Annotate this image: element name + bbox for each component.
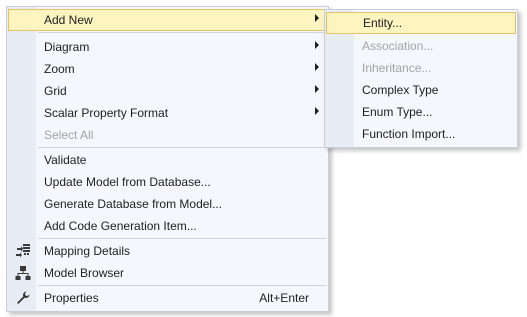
- submenu-arrow-icon: [315, 107, 319, 115]
- menu-item-add-code-generation[interactable]: Add Code Generation Item...: [8, 215, 327, 237]
- submenu-item-association[interactable]: Association...: [326, 35, 516, 57]
- menu-item-shortcut: Alt+Enter: [259, 291, 309, 305]
- menu-item-label: Entity...: [363, 16, 403, 30]
- submenu-arrow-icon: [315, 63, 319, 71]
- menu-item-label: Function Import...: [362, 127, 456, 141]
- menu-separator: [38, 147, 326, 148]
- submenu-item-inheritance[interactable]: Inheritance...: [326, 57, 516, 79]
- menu-item-label: Association...: [362, 39, 434, 53]
- menu-item-update-model[interactable]: Update Model from Database...: [8, 171, 327, 193]
- mapping-details-icon: [16, 244, 30, 258]
- submenu-item-enum-type[interactable]: Enum Type...: [326, 101, 516, 123]
- menu-item-label: Scalar Property Format: [44, 106, 169, 120]
- menu-item-label: Mapping Details: [44, 244, 131, 258]
- menu-item-validate[interactable]: Validate: [8, 149, 327, 171]
- menu-separator: [38, 285, 326, 286]
- menu-item-select-all[interactable]: Select All: [8, 124, 327, 146]
- menu-item-label: Generate Database from Model...: [44, 197, 223, 211]
- menu-item-label: Inheritance...: [362, 61, 432, 75]
- menu-item-label: Zoom: [44, 62, 75, 76]
- menu-item-label: Select All: [44, 128, 94, 142]
- menu-item-zoom[interactable]: Zoom: [8, 58, 327, 80]
- submenu-arrow-icon: [315, 85, 319, 93]
- menu-item-label: Validate: [44, 153, 87, 167]
- menu-item-label: Diagram: [44, 40, 90, 54]
- menu-item-label: Add New: [44, 13, 93, 27]
- wrench-icon: [17, 291, 30, 304]
- context-menu: Add New Diagram Zoom Grid Scalar Propert…: [6, 6, 329, 312]
- submenu-item-function-import[interactable]: Function Import...: [326, 123, 516, 145]
- menu-separator: [38, 238, 326, 239]
- menu-separator: [38, 32, 326, 33]
- menu-item-label: Update Model from Database...: [44, 175, 211, 189]
- menu-item-properties[interactable]: Properties Alt+Enter: [8, 287, 327, 309]
- submenu-item-entity[interactable]: Entity...: [326, 12, 516, 34]
- submenu-arrow-icon: [315, 41, 319, 49]
- menu-item-label: Complex Type: [362, 83, 439, 97]
- model-browser-icon: [15, 266, 31, 280]
- menu-item-scalar-property-format[interactable]: Scalar Property Format: [8, 102, 327, 124]
- menu-item-model-browser[interactable]: Model Browser: [8, 262, 327, 284]
- menu-item-label: Grid: [44, 84, 67, 98]
- menu-item-generate-database[interactable]: Generate Database from Model...: [8, 193, 327, 215]
- submenu-item-complex-type[interactable]: Complex Type: [326, 79, 516, 101]
- menu-item-mapping-details[interactable]: Mapping Details: [8, 240, 327, 262]
- menu-item-add-new[interactable]: Add New: [8, 9, 327, 31]
- menu-item-label: Properties: [44, 291, 99, 305]
- submenu-arrow-icon: [315, 14, 319, 22]
- menu-item-label: Enum Type...: [362, 105, 433, 119]
- add-new-submenu: Entity... Association... Inheritance... …: [324, 9, 518, 148]
- menu-item-label: Add Code Generation Item...: [44, 219, 197, 233]
- menu-item-grid[interactable]: Grid: [8, 80, 327, 102]
- menu-item-diagram[interactable]: Diagram: [8, 36, 327, 58]
- menu-item-label: Model Browser: [44, 266, 125, 280]
